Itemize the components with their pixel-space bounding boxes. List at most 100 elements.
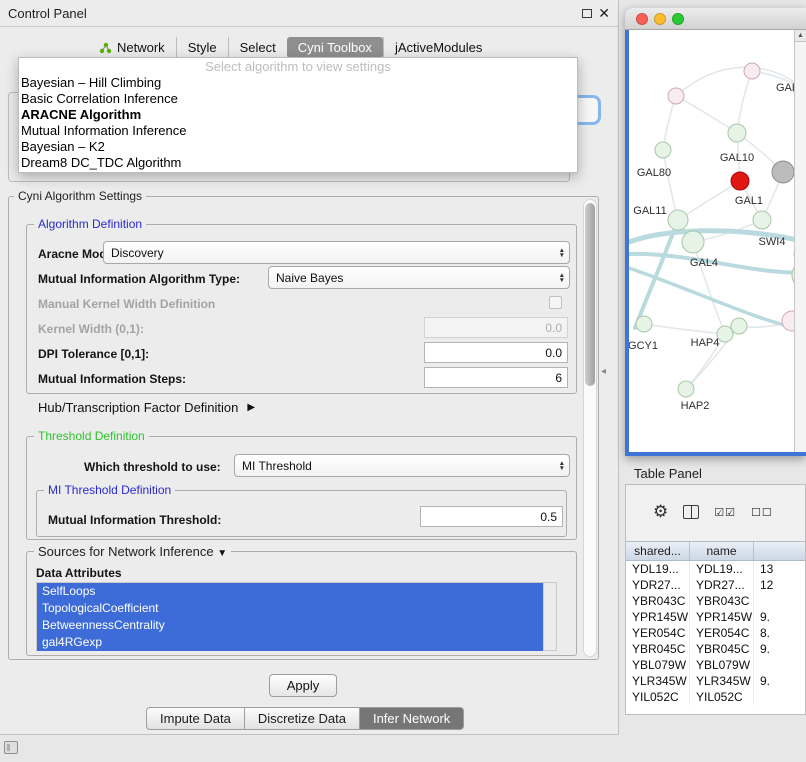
mi-type-value: Naive Bayes [276,271,343,285]
node-label-gal80: GAL80 [637,167,671,179]
columns-icon[interactable] [683,505,699,519]
hub-definition-label: Hub/Transcription Factor Definition [38,400,238,415]
cell: YDL19... [626,561,690,577]
list-scrollbar[interactable] [543,583,556,650]
cell: YDR27... [626,577,690,593]
kernel-width-field[interactable]: 0.0 [424,317,568,338]
node-label-hap4: HAP4 [691,337,720,349]
float-window-icon[interactable] [582,9,592,18]
tab-jactivemodules[interactable]: jActiveModules [383,37,493,58]
settings-scrollbar[interactable] [583,199,597,657]
minimize-traffic-light-icon[interactable] [654,13,666,25]
network-node-gal1[interactable] [753,211,771,229]
manual-kernel-label: Manual Kernel Width Definition [38,297,215,311]
scroll-up-icon[interactable]: ▲ [795,30,806,42]
hub-definition-toggle[interactable]: Hub/Transcription Factor Definition ▶ [38,400,255,415]
network-node-gal4[interactable] [682,231,704,253]
mi-type-label: Mutual Information Algorithm Type: [38,272,240,286]
network-edge [676,96,737,133]
table-row[interactable]: YBR045C YBR045C 9. [626,641,806,657]
threshold-definition-title: Threshold Definition [34,429,149,443]
network-canvas[interactable]: GAL80 GAL10 GAL1 GAL11 SWI4 GAL4 GCY1 HA… [629,30,806,452]
table-header: shared... name [626,541,806,561]
tab-select-label: Select [240,40,276,55]
list-item-gal4rgexp[interactable]: gal4RGexp [37,634,543,651]
network-edge [737,71,752,133]
dropdown-item-aracne[interactable]: ARACNE Algorithm [19,107,577,123]
collapsed-panel-icon[interactable] [4,741,18,754]
tab-cyni-toolbox[interactable]: Cyni Toolbox [287,37,383,58]
close-icon[interactable]: ✕ [598,5,610,22]
tab-impute-data[interactable]: Impute Data [146,707,245,730]
mi-steps-field[interactable]: 6 [424,367,568,388]
tab-style[interactable]: Style [176,37,228,58]
list-item-topologicalcoefficient[interactable]: TopologicalCoefficient [37,600,543,617]
table-row[interactable]: YBR043C YBR043C [626,593,806,609]
cell [754,593,806,609]
table-row[interactable]: YLR345W YLR345W 9. [626,673,806,689]
table-row[interactable]: YDR27... YDR27... 12 [626,577,806,593]
network-node[interactable] [744,63,760,79]
table-row[interactable]: YER054C YER054C 8. [626,625,806,641]
network-node-red[interactable] [731,172,749,190]
gear-icon[interactable]: ⚙ [653,502,668,522]
mi-type-select[interactable]: Naive Bayes ▲ ▼ [268,266,570,289]
data-attributes-list[interactable]: SelfLoops TopologicalCoefficient Between… [36,582,557,651]
deselect-all-checkboxes-icon[interactable]: ☐☐ [751,506,773,519]
splitter-collapse-icon[interactable]: ◂ [601,366,606,377]
dropdown-item-mutual-information[interactable]: Mutual Information Inference [19,123,577,139]
table-row[interactable]: YBL079W YBL079W [626,657,806,673]
which-threshold-select[interactable]: MI Threshold ▲ ▼ [234,454,570,477]
tab-infer-network[interactable]: Infer Network [360,707,464,730]
algorithm-dropdown-popup: Select algorithm to view settings Bayesi… [18,57,578,173]
select-all-checkboxes-icon[interactable]: ☑☑ [714,506,736,519]
cell: 8. [754,625,806,641]
dropdown-item-bayesian-k2[interactable]: Bayesian – K2 [19,139,577,155]
tab-select[interactable]: Select [228,37,287,58]
network-node-gal80[interactable] [655,142,671,158]
table-row[interactable]: YDL19... YDL19... 13 [626,561,806,577]
column-header-name[interactable]: name [690,542,754,560]
scrollbar-thumb[interactable] [585,203,595,386]
list-item-betweennesscentrality[interactable]: BetweennessCentrality [37,617,543,634]
tab-discretize-data[interactable]: Discretize Data [245,707,360,730]
column-header-extra[interactable] [754,542,806,560]
dropdown-item-dream8[interactable]: Dream8 DC_TDC Algorithm [19,155,577,171]
table-row[interactable]: YIL052C YIL052C [626,689,806,705]
zoom-traffic-light-icon[interactable] [672,13,684,25]
table-panel: ⚙ ☑☑ ☐☐ shared... name YDL19... YDL19...… [625,484,806,715]
manual-kernel-checkbox[interactable] [549,296,562,309]
which-threshold-value: MI Threshold [242,459,312,473]
list-item-selfloops[interactable]: SelfLoops [37,583,543,600]
network-node-gal10[interactable] [728,124,746,142]
network-node-hap4[interactable] [717,326,733,342]
table-row[interactable]: YPR145W YPR145W 9. [626,609,806,625]
cell: 9. [754,609,806,625]
dpi-tolerance-value: 0.0 [545,346,562,360]
network-node-gcy1[interactable] [636,316,652,332]
network-node-hap2[interactable] [678,381,694,397]
column-header-shared[interactable]: shared... [626,542,690,560]
network-node-gal11[interactable] [668,210,688,230]
network-node[interactable] [731,318,747,334]
expand-right-icon: ▶ [247,402,255,413]
algorithm-definition-title: Algorithm Definition [34,217,146,231]
network-node-gray[interactable] [772,161,794,183]
network-scrollbar[interactable]: ▲ [794,30,806,452]
mi-threshold-title: MI Threshold Definition [44,483,175,497]
network-node[interactable] [668,88,684,104]
cell: YLR345W [690,673,754,689]
dropdown-item-basic-correlation[interactable]: Basic Correlation Inference [19,91,577,107]
control-panel-titlebar: Control Panel ✕ [0,0,618,27]
mi-steps-label: Mutual Information Steps: [38,372,186,386]
apply-button[interactable]: Apply [269,674,337,697]
dropdown-item-bayesian-hill[interactable]: Bayesian – Hill Climbing [19,75,577,91]
control-panel-tabs: Network Style Select Cyni Toolbox jActiv… [88,37,493,58]
sources-title[interactable]: Sources for Network Inference ▼ [34,544,231,559]
aracne-mode-select[interactable]: Discovery ▲ ▼ [103,241,570,264]
dpi-tolerance-field[interactable]: 0.0 [424,342,568,363]
node-label-gal11: GAL11 [633,205,666,217]
tab-network[interactable]: Network [88,37,176,58]
close-traffic-light-icon[interactable] [636,13,648,25]
mi-threshold-field[interactable]: 0.5 [420,506,563,527]
